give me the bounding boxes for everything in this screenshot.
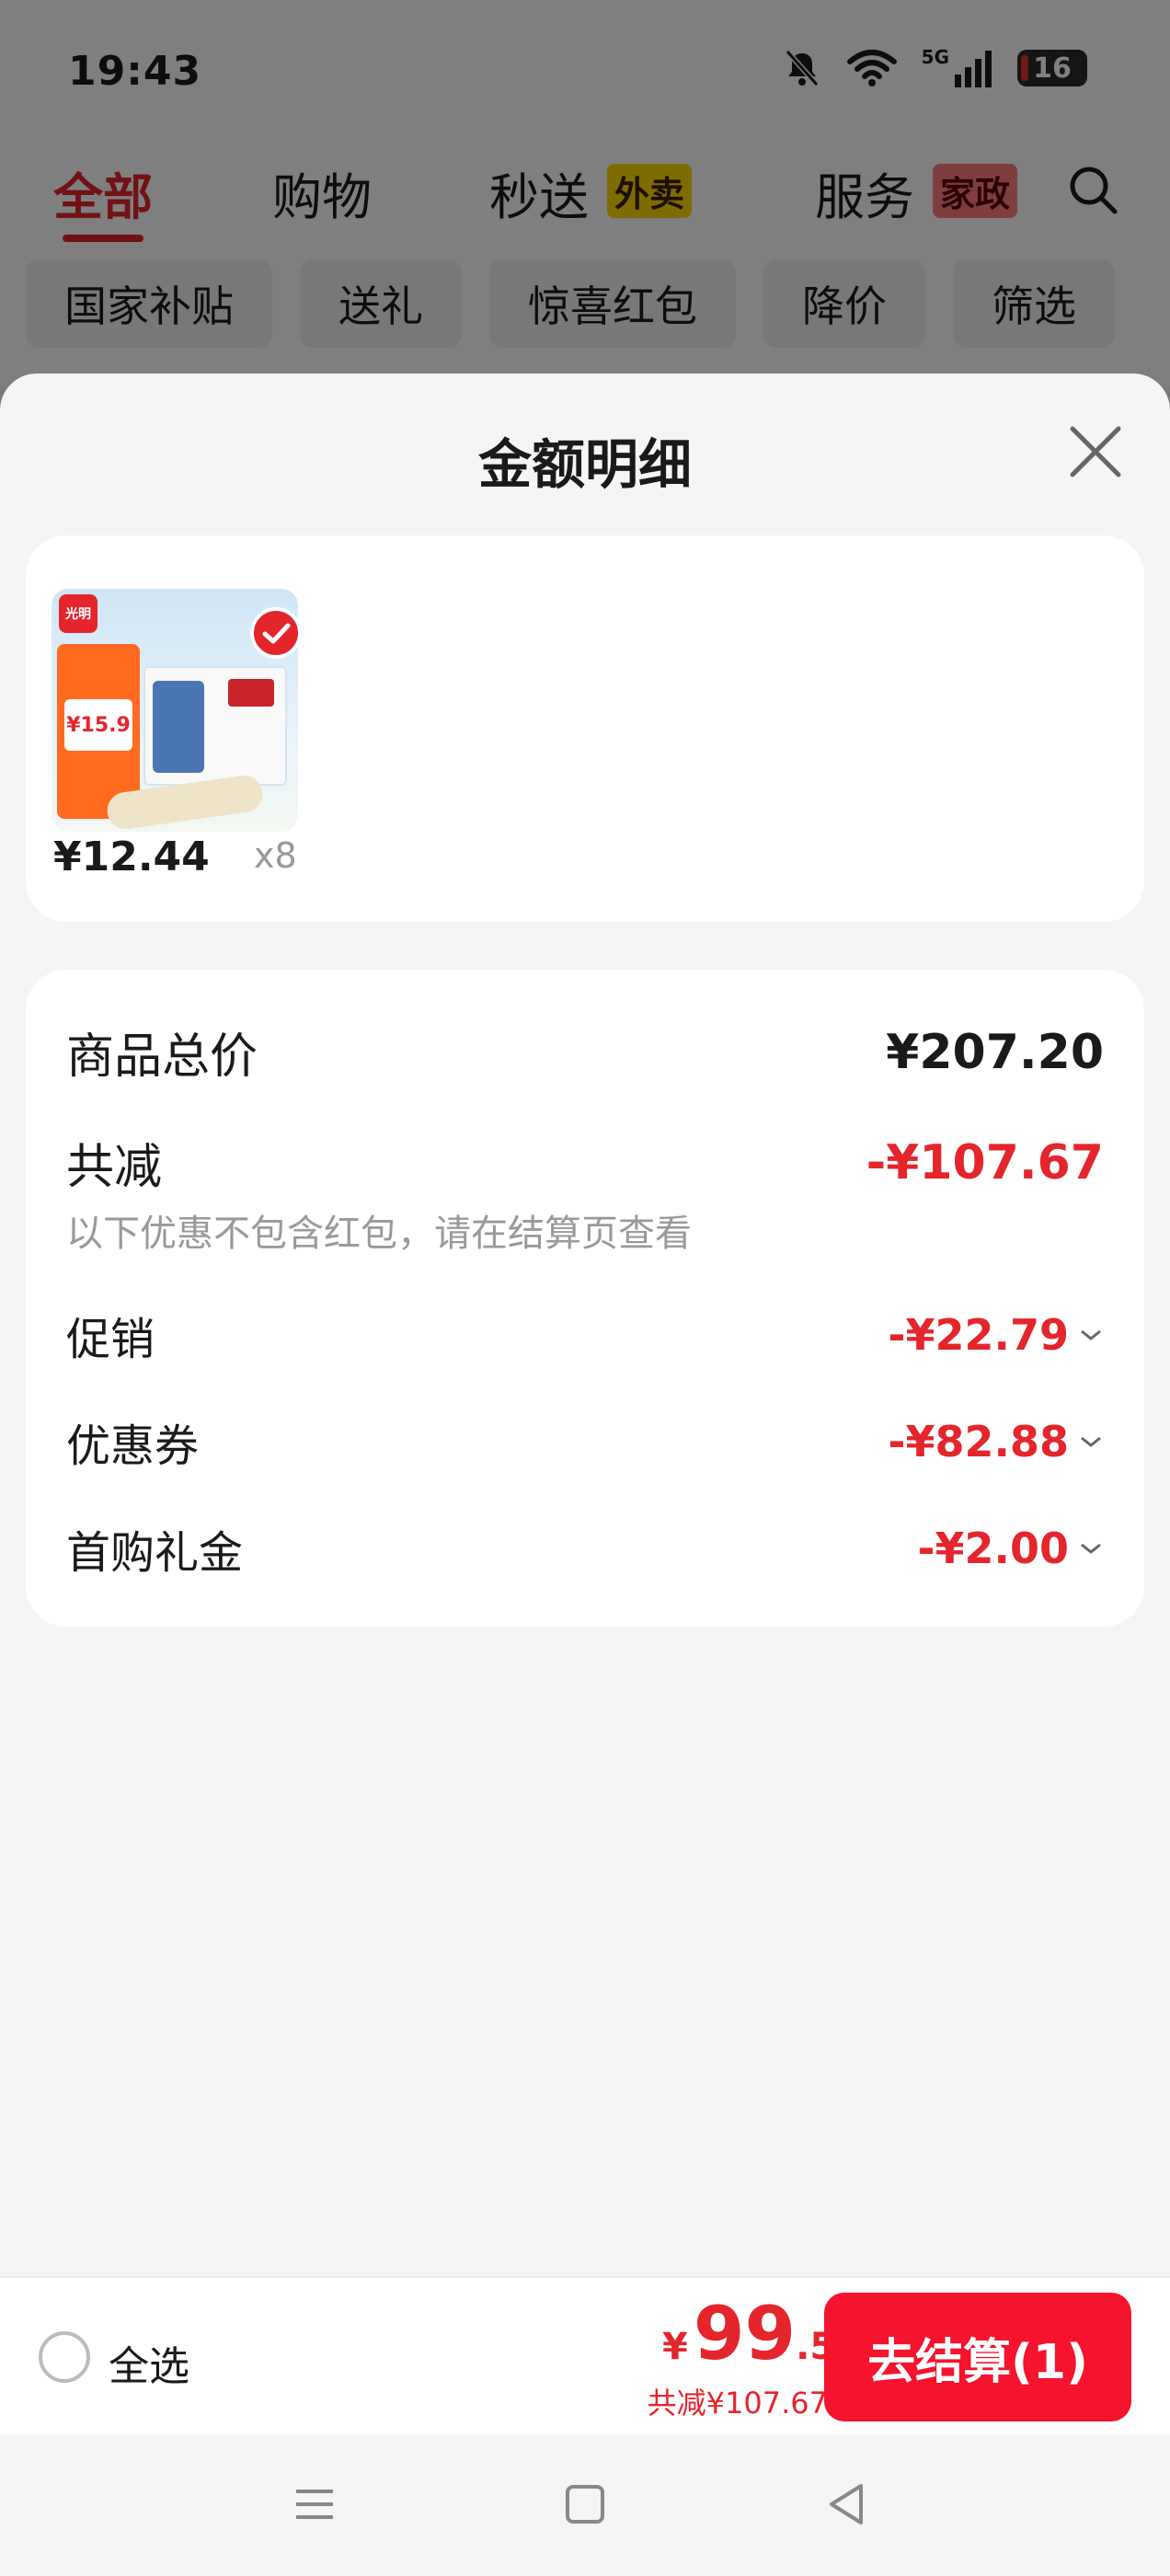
first-purchase-gift-label: 首购礼金	[66, 1527, 244, 1579]
discount-note: 以下优惠不包含红包，请在结算页查看	[66, 1213, 692, 1255]
price-summary-card: 商品总价 ¥207.20 共减 -¥107.67 以下优惠不包含红包，请在结算页…	[26, 970, 1144, 1627]
saving-text: 共减¥107.67	[647, 2386, 828, 2421]
checkout-bar: 全选 ¥ 99 .53 共减¥107.67 去结算(1)	[0, 2276, 1170, 2434]
discount-label: 共减	[66, 1140, 163, 1195]
total-price-row: 商品总价 ¥207.20	[66, 1018, 1104, 1087]
sheet-title: 金额明细	[477, 433, 692, 496]
product-price: ¥12.44	[53, 834, 210, 880]
total-integer: 99	[693, 2291, 797, 2376]
modal-overlay[interactable]	[0, 0, 1170, 386]
amount-detail-sheet: 金额明细 光明 ¥15.9 ¥12.44 x8 商品总价 ¥207.20 共减 …	[0, 374, 1170, 2576]
menu-icon[interactable]	[287, 2477, 342, 2532]
product-quantity: x8	[254, 835, 297, 876]
total-price-label: 商品总价	[66, 1029, 258, 1085]
brand-logo: 光明	[59, 594, 98, 633]
total-price-value: ¥207.20	[886, 1024, 1104, 1080]
select-all-radio[interactable]	[39, 2331, 90, 2383]
promotion-value: -¥22.79	[888, 1310, 1069, 1360]
coupon-row[interactable]: 优惠券 -¥82.88	[66, 1409, 1104, 1474]
checkout-button[interactable]: 去结算(1)	[824, 2293, 1131, 2421]
discount-row: 共减 -¥107.67	[66, 1128, 1104, 1197]
chevron-down-icon	[1081, 1543, 1101, 1554]
chevron-down-icon	[1081, 1329, 1101, 1340]
first-purchase-gift-row[interactable]: 首购礼金 -¥2.00	[66, 1516, 1104, 1581]
promotion-row[interactable]: 促销 -¥22.79	[66, 1303, 1104, 1367]
system-nav-bar	[0, 2434, 1170, 2576]
promotion-label: 促销	[66, 1314, 155, 1365]
close-icon[interactable]	[1063, 420, 1128, 484]
first-purchase-gift-value: -¥2.00	[917, 1524, 1069, 1573]
discount-value: -¥107.67	[866, 1134, 1104, 1190]
coupon-value: -¥82.88	[888, 1417, 1069, 1466]
product-box-image	[143, 666, 287, 786]
currency-symbol: ¥	[661, 2326, 688, 2368]
select-all-label[interactable]: 全选	[109, 2333, 189, 2392]
chevron-down-icon	[1081, 1436, 1101, 1447]
coupon-label: 优惠券	[66, 1420, 200, 1472]
home-icon[interactable]	[557, 2477, 613, 2532]
product-thumbnail[interactable]: 光明 ¥15.9	[52, 589, 298, 832]
selected-check-icon[interactable]	[250, 607, 298, 659]
promo-price-tag: ¥15.9	[64, 699, 132, 751]
back-icon[interactable]	[819, 2477, 874, 2532]
product-card: 光明 ¥15.9 ¥12.44 x8	[26, 535, 1144, 922]
